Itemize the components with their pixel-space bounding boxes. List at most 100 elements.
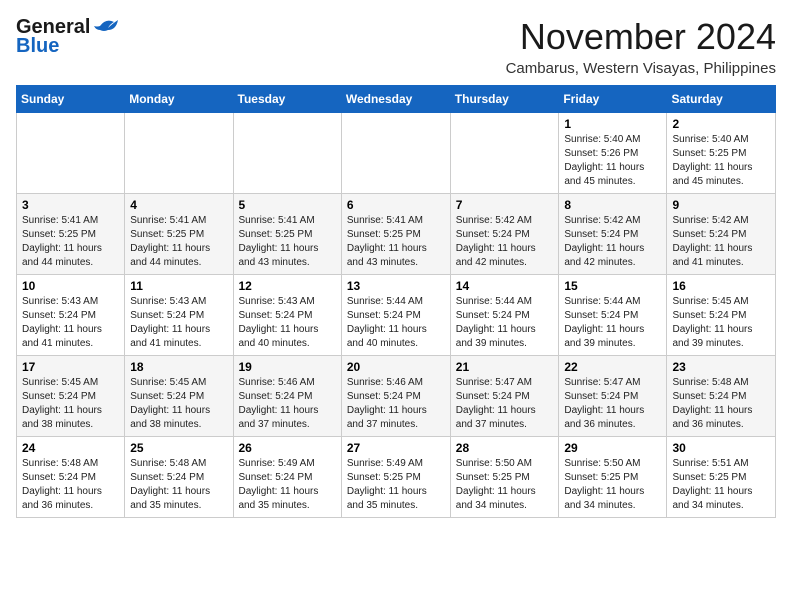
table-row: 7Sunrise: 5:42 AMSunset: 5:24 PMDaylight…	[450, 194, 559, 275]
day-info: Sunrise: 5:47 AMSunset: 5:24 PMDaylight:…	[564, 376, 661, 432]
table-row: 18 Sunrise: 5:45 AMSunset: 5:24 PMDayligh…	[125, 356, 233, 437]
day-number: 2	[672, 117, 770, 131]
day-info: Sunrise: 5:47 AMSunset: 5:24 PMDaylight:…	[456, 376, 554, 432]
table-row: 9 Sunrise: 5:42 AMSunset: 5:24 PMDaylight…	[667, 194, 776, 275]
day-info: Sunrise: 5:43 AMSunset: 5:24 PMDaylight:…	[22, 295, 119, 351]
table-row: 12 Sunrise: 5:43 AMSunset: 5:24 PMDayligh…	[233, 275, 341, 356]
table-row: 15Sunrise: 5:44 AMSunset: 5:24 PMDayligh…	[559, 275, 667, 356]
day-number: 5	[239, 198, 336, 212]
day-info: Sunrise: 5:50 AMSunset: 5:25 PMDaylight:…	[564, 457, 661, 513]
day-number: 21	[456, 360, 554, 374]
col-monday: Monday	[125, 86, 233, 113]
day-info: Sunrise: 5:42 AMSunset: 5:24 PMDaylight:…	[672, 214, 770, 270]
table-row	[341, 113, 450, 194]
table-row: 3 Sunrise: 5:41 AMSunset: 5:25 PMDaylight…	[17, 194, 125, 275]
day-info: Sunrise: 5:49 AMSunset: 5:25 PMDaylight:…	[347, 457, 445, 513]
table-row: 30 Sunrise: 5:51 AMSunset: 5:25 PMDayligh…	[667, 437, 776, 518]
col-sunday: Sunday	[17, 86, 125, 113]
table-row: 14 Sunrise: 5:44 AMSunset: 5:24 PMDayligh…	[450, 275, 559, 356]
day-info: Sunrise: 5:44 AMSunset: 5:24 PMDaylight:…	[456, 295, 554, 351]
calendar-week-row: 24 Sunrise: 5:48 AMSunset: 5:24 PMDayligh…	[17, 437, 776, 518]
logo: General Blue	[16, 16, 120, 58]
day-info: Sunrise: 5:48 AMSunset: 5:24 PMDaylight:…	[130, 457, 227, 513]
col-friday: Friday	[559, 86, 667, 113]
day-number: 28	[456, 441, 554, 455]
day-info: Sunrise: 5:48 AMSunset: 5:24 PMDaylight:…	[672, 376, 770, 432]
table-row: 24 Sunrise: 5:48 AMSunset: 5:24 PMDayligh…	[17, 437, 125, 518]
day-info: Sunrise: 5:43 AMSunset: 5:24 PMDaylight:…	[130, 295, 227, 351]
day-number: 25	[130, 441, 227, 455]
calendar-week-row: 3 Sunrise: 5:41 AMSunset: 5:25 PMDaylight…	[17, 194, 776, 275]
day-number: 22	[564, 360, 661, 374]
table-row	[233, 113, 341, 194]
day-info: Sunrise: 5:41 AMSunset: 5:25 PMDaylight:…	[347, 214, 445, 270]
day-info: Sunrise: 5:41 AMSunset: 5:25 PMDaylight:…	[22, 214, 119, 270]
day-info: Sunrise: 5:50 AMSunset: 5:25 PMDaylight:…	[456, 457, 554, 513]
day-info: Sunrise: 5:46 AMSunset: 5:24 PMDaylight:…	[239, 376, 336, 432]
page-header: General Blue November 2024 Cambarus, Wes…	[16, 16, 776, 77]
table-row	[125, 113, 233, 194]
table-row: 26 Sunrise: 5:49 AMSunset: 5:24 PMDayligh…	[233, 437, 341, 518]
day-number: 26	[239, 441, 336, 455]
table-row: 13 Sunrise: 5:44 AMSunset: 5:24 PMDayligh…	[341, 275, 450, 356]
day-info: Sunrise: 5:45 AMSunset: 5:24 PMDaylight:…	[22, 376, 119, 432]
table-row: 28 Sunrise: 5:50 AMSunset: 5:25 PMDayligh…	[450, 437, 559, 518]
calendar-table: Sunday Monday Tuesday Wednesday Thursday…	[16, 85, 776, 518]
day-number: 13	[347, 279, 445, 293]
col-wednesday: Wednesday	[341, 86, 450, 113]
table-row: 19Sunrise: 5:46 AMSunset: 5:24 PMDayligh…	[233, 356, 341, 437]
table-row: 1Sunrise: 5:40 AMSunset: 5:26 PMDaylight…	[559, 113, 667, 194]
table-row: 21 Sunrise: 5:47 AMSunset: 5:24 PMDayligh…	[450, 356, 559, 437]
calendar-week-row: 10 Sunrise: 5:43 AMSunset: 5:24 PMDayligh…	[17, 275, 776, 356]
day-number: 27	[347, 441, 445, 455]
month-title: November 2024	[506, 16, 776, 58]
day-number: 16	[672, 279, 770, 293]
day-info: Sunrise: 5:44 AMSunset: 5:24 PMDaylight:…	[347, 295, 445, 351]
calendar-week-row: 1Sunrise: 5:40 AMSunset: 5:26 PMDaylight…	[17, 113, 776, 194]
day-number: 23	[672, 360, 770, 374]
day-number: 1	[564, 117, 661, 131]
day-info: Sunrise: 5:45 AMSunset: 5:24 PMDaylight:…	[130, 376, 227, 432]
day-number: 8	[564, 198, 661, 212]
logo-blue-text: Blue	[16, 35, 59, 58]
col-tuesday: Tuesday	[233, 86, 341, 113]
day-info: Sunrise: 5:43 AMSunset: 5:24 PMDaylight:…	[239, 295, 336, 351]
day-number: 30	[672, 441, 770, 455]
day-number: 15	[564, 279, 661, 293]
day-number: 11	[130, 279, 227, 293]
day-info: Sunrise: 5:49 AMSunset: 5:24 PMDaylight:…	[239, 457, 336, 513]
day-number: 4	[130, 198, 227, 212]
col-saturday: Saturday	[667, 86, 776, 113]
table-row: 29Sunrise: 5:50 AMSunset: 5:25 PMDayligh…	[559, 437, 667, 518]
table-row: 11 Sunrise: 5:43 AMSunset: 5:24 PMDayligh…	[125, 275, 233, 356]
table-row: 6 Sunrise: 5:41 AMSunset: 5:25 PMDaylight…	[341, 194, 450, 275]
table-row: 20Sunrise: 5:46 AMSunset: 5:24 PMDayligh…	[341, 356, 450, 437]
day-info: Sunrise: 5:45 AMSunset: 5:24 PMDaylight:…	[672, 295, 770, 351]
day-number: 14	[456, 279, 554, 293]
table-row	[450, 113, 559, 194]
col-thursday: Thursday	[450, 86, 559, 113]
day-number: 6	[347, 198, 445, 212]
day-info: Sunrise: 5:51 AMSunset: 5:25 PMDaylight:…	[672, 457, 770, 513]
day-info: Sunrise: 5:48 AMSunset: 5:24 PMDaylight:…	[22, 457, 119, 513]
logo-bird-icon	[92, 16, 120, 36]
day-number: 3	[22, 198, 119, 212]
calendar-header-row: Sunday Monday Tuesday Wednesday Thursday…	[17, 86, 776, 113]
day-info: Sunrise: 5:42 AMSunset: 5:24 PMDaylight:…	[456, 214, 554, 270]
day-number: 18	[130, 360, 227, 374]
day-info: Sunrise: 5:42 AMSunset: 5:24 PMDaylight:…	[564, 214, 661, 270]
day-number: 20	[347, 360, 445, 374]
location-text: Cambarus, Western Visayas, Philippines	[506, 60, 776, 77]
day-number: 17	[22, 360, 119, 374]
table-row: 22 Sunrise: 5:47 AMSunset: 5:24 PMDayligh…	[559, 356, 667, 437]
day-number: 24	[22, 441, 119, 455]
day-number: 9	[672, 198, 770, 212]
table-row: 10 Sunrise: 5:43 AMSunset: 5:24 PMDayligh…	[17, 275, 125, 356]
table-row: 17 Sunrise: 5:45 AMSunset: 5:24 PMDayligh…	[17, 356, 125, 437]
day-number: 12	[239, 279, 336, 293]
table-row: 8 Sunrise: 5:42 AMSunset: 5:24 PMDaylight…	[559, 194, 667, 275]
table-row: 25 Sunrise: 5:48 AMSunset: 5:24 PMDayligh…	[125, 437, 233, 518]
calendar-week-row: 17 Sunrise: 5:45 AMSunset: 5:24 PMDayligh…	[17, 356, 776, 437]
table-row: 5Sunrise: 5:41 AMSunset: 5:25 PMDaylight…	[233, 194, 341, 275]
day-number: 10	[22, 279, 119, 293]
